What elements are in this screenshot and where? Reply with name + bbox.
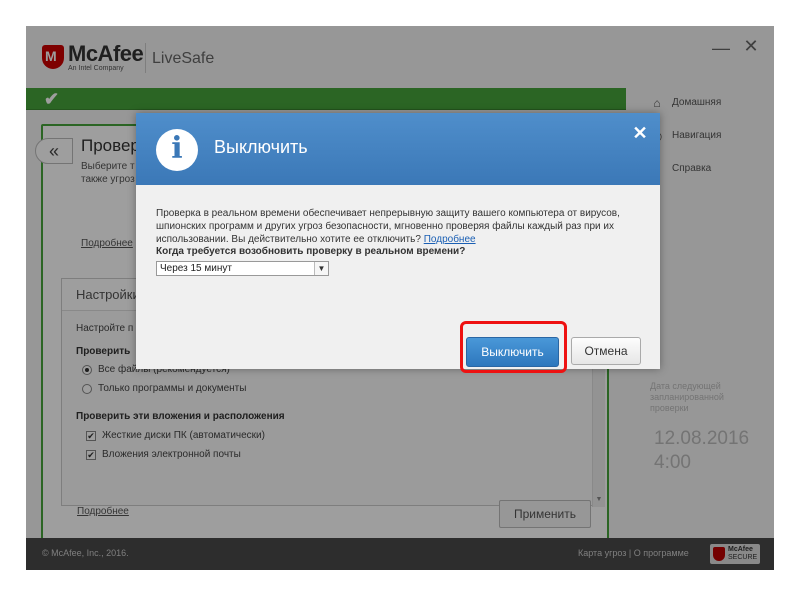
dialog-message-text: Проверка в реальном времени обеспечивает… xyxy=(156,208,620,245)
dialog-message: Проверка в реальном времени обеспечивает… xyxy=(156,207,646,246)
dialog-header: Выключить ✕ xyxy=(136,113,660,185)
cancel-button[interactable]: Отмена xyxy=(571,337,641,365)
dialog-more-link[interactable]: Подробнее xyxy=(424,234,476,245)
disable-dialog: Выключить ✕ Проверка в реальном времени … xyxy=(136,113,660,373)
resume-time-select[interactable]: Через 15 минут ▼ xyxy=(156,261,329,276)
resume-time-value: Через 15 минут xyxy=(160,263,232,274)
dialog-title: Выключить xyxy=(214,137,308,157)
dialog-close-button[interactable]: ✕ xyxy=(630,123,650,143)
disable-button[interactable]: Выключить xyxy=(466,337,559,367)
chevron-down-icon[interactable]: ▼ xyxy=(314,262,328,275)
resume-question: Когда требуется возобновить проверку в р… xyxy=(156,246,466,257)
info-icon xyxy=(156,129,198,171)
